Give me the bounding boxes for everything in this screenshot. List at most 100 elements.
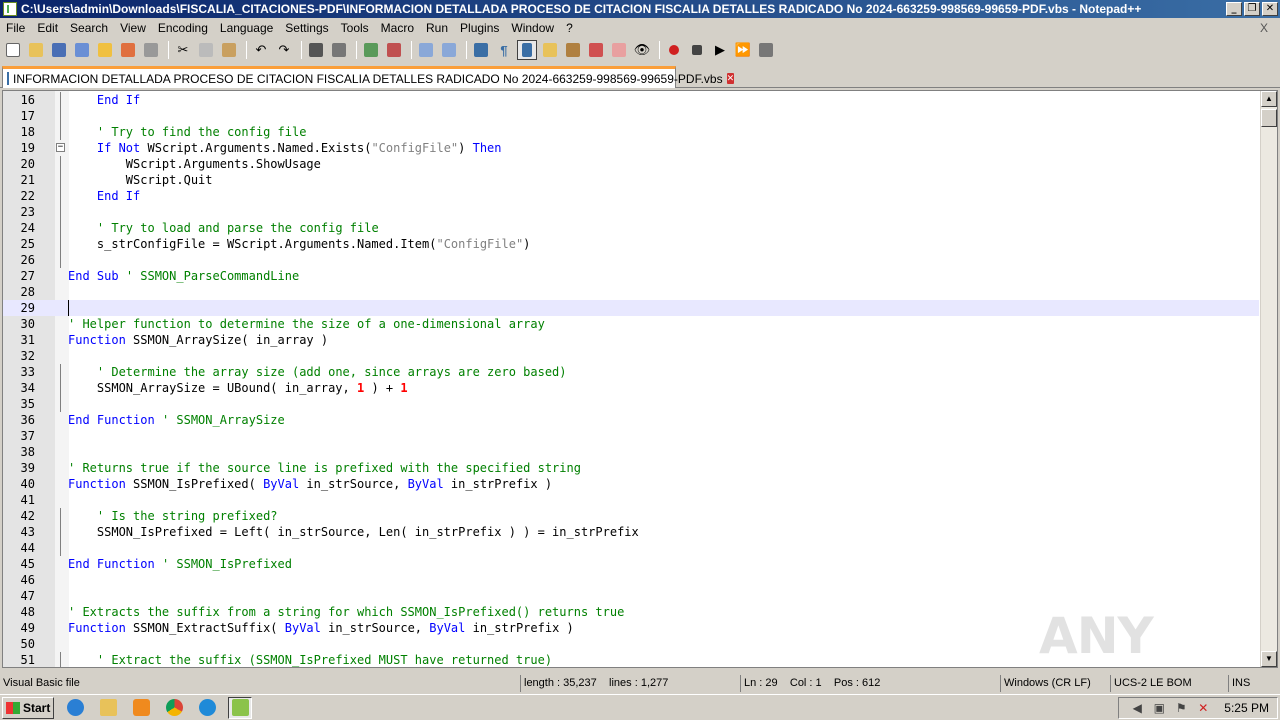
editor[interactable]: 16 End If 17 18 ' Try to find the config f… [2,90,1278,668]
word-wrap-icon[interactable] [471,40,491,60]
close-document-button[interactable]: X [1254,21,1274,35]
status-eol[interactable]: Windows (CR LF) [1000,675,1110,692]
undo-icon[interactable]: ↶ [251,40,271,60]
menu-view[interactable]: View [114,21,152,35]
code-line[interactable]: 45 End Function ' SSMON_IsPrefixed [3,556,1259,572]
code-line[interactable]: 17 [3,108,1259,124]
udl-icon[interactable] [540,40,560,60]
code-line[interactable]: 31 Function SSMON_ArraySize( in_array ) [3,332,1259,348]
menu-search[interactable]: Search [64,21,114,35]
redo-icon[interactable]: ↷ [274,40,294,60]
network-icon[interactable]: ▣ [1152,701,1166,715]
explorer-icon[interactable] [96,697,120,719]
close-all-icon[interactable] [118,40,138,60]
menu-window[interactable]: Window [505,21,560,35]
vertical-scrollbar[interactable]: ▲ ▼ [1260,91,1277,667]
open-file-icon[interactable] [26,40,46,60]
notepadpp-taskbar-icon[interactable] [228,696,252,719]
run-macro-multiple-icon[interactable]: ⏩ [733,40,753,60]
replace-icon[interactable] [329,40,349,60]
code-line[interactable]: 18 ' Try to find the config file [3,124,1259,140]
monitoring-icon[interactable]: 👁 [632,40,652,60]
play-macro-icon[interactable]: ▶ [710,40,730,60]
show-all-chars-icon[interactable]: ¶ [494,40,514,60]
folder-workspace-icon[interactable] [609,40,629,60]
code-line[interactable]: 33 ' Determine the array size (add one, … [3,364,1259,380]
code-line[interactable]: 20 WScript.Arguments.ShowUsage [3,156,1259,172]
cut-icon[interactable]: ✂ [173,40,193,60]
code-line[interactable]: 40 Function SSMON_IsPrefixed( ByVal in_st… [3,476,1259,492]
flag-icon[interactable]: ⚑ [1174,701,1188,715]
menu-settings[interactable]: Settings [279,21,334,35]
code-line[interactable]: 27 End Sub ' SSMON_ParseCommandLine [3,268,1259,284]
code-line[interactable]: 46 [3,572,1259,588]
code-line[interactable]: 24 ' Try to load and parse the config fi… [3,220,1259,236]
menu-help[interactable]: ? [560,21,579,35]
chrome-icon[interactable] [162,697,186,719]
code-line[interactable]: 38 [3,444,1259,460]
code-line[interactable]: 21 WScript.Quit [3,172,1259,188]
code-line[interactable]: 23 [3,204,1259,220]
volume-icon[interactable]: ◀ [1130,701,1144,715]
print-icon[interactable] [141,40,161,60]
zoom-in-icon[interactable] [361,40,381,60]
menu-tools[interactable]: Tools [335,21,375,35]
scroll-up-button[interactable]: ▲ [1261,91,1277,107]
copy-icon[interactable] [196,40,216,60]
close-button[interactable]: ✕ [1262,2,1278,16]
save-macro-icon[interactable] [756,40,776,60]
code-line[interactable]: 32 [3,348,1259,364]
code-line[interactable]: 42 ' Is the string prefixed? [3,508,1259,524]
media-player-icon[interactable] [129,697,153,719]
minimize-button[interactable]: _ [1226,2,1242,16]
save-all-icon[interactable] [72,40,92,60]
code-line[interactable]: 28 [3,284,1259,300]
record-macro-icon[interactable] [664,40,684,60]
tab-document[interactable]: INFORMACION DETALLADA PROCESO DE CITACIO… [2,66,735,88]
find-icon[interactable] [306,40,326,60]
close-file-icon[interactable] [95,40,115,60]
code-line[interactable]: 39 ' Returns true if the source line is p… [3,460,1259,476]
code-line[interactable]: 44 [3,540,1259,556]
code-line[interactable]: 37 [3,428,1259,444]
function-list-icon[interactable] [586,40,606,60]
sync-vertical-icon[interactable] [416,40,436,60]
stop-macro-icon[interactable] [687,40,707,60]
zoom-out-icon[interactable] [384,40,404,60]
save-icon[interactable] [49,40,69,60]
code-line[interactable]: 34 SSMON_ArraySize = UBound( in_array, 1… [3,380,1259,396]
code-line[interactable]: 22 End If [3,188,1259,204]
indent-guide-icon[interactable] [517,40,537,60]
scroll-thumb[interactable] [1261,109,1277,127]
code-line[interactable]: 30 ' Helper function to determine the siz… [3,316,1259,332]
code-line[interactable]: 47 [3,588,1259,604]
fold-toggle-icon[interactable]: − [56,143,65,152]
paste-icon[interactable] [219,40,239,60]
ie-icon[interactable] [63,697,87,719]
code-area[interactable]: 16 End If 17 18 ' Try to find the config f… [3,91,1259,667]
code-line[interactable]: 41 [3,492,1259,508]
code-line[interactable]: 19 − If Not WScript.Arguments.Named.Exist… [3,140,1259,156]
code-line[interactable]: 43 SSMON_IsPrefixed = Left( in_strSource… [3,524,1259,540]
edge-icon[interactable] [195,697,219,719]
menu-run[interactable]: Run [420,21,454,35]
new-file-icon[interactable] [3,40,23,60]
tab-close-icon[interactable]: ✕ [726,73,735,84]
code-line[interactable]: 29 [3,300,1259,316]
restore-button[interactable]: ❐ [1244,2,1260,16]
menu-encoding[interactable]: Encoding [152,21,214,35]
code-line[interactable]: 36 End Function ' SSMON_ArraySize [3,412,1259,428]
status-encoding[interactable]: UCS-2 LE BOM [1110,675,1228,692]
menu-plugins[interactable]: Plugins [454,21,505,35]
doc-map-icon[interactable] [563,40,583,60]
code-line[interactable]: 26 [3,252,1259,268]
start-button[interactable]: Start [2,696,54,719]
code-line[interactable]: 25 s_strConfigFile = WScript.Arguments.N… [3,236,1259,252]
menu-edit[interactable]: Edit [31,21,64,35]
code-line[interactable]: 16 End If [3,92,1259,108]
sync-horizontal-icon[interactable] [439,40,459,60]
menu-language[interactable]: Language [214,21,279,35]
menu-file[interactable]: File [0,21,31,35]
code-line[interactable]: 35 [3,396,1259,412]
security-icon[interactable]: ✕ [1196,701,1210,715]
